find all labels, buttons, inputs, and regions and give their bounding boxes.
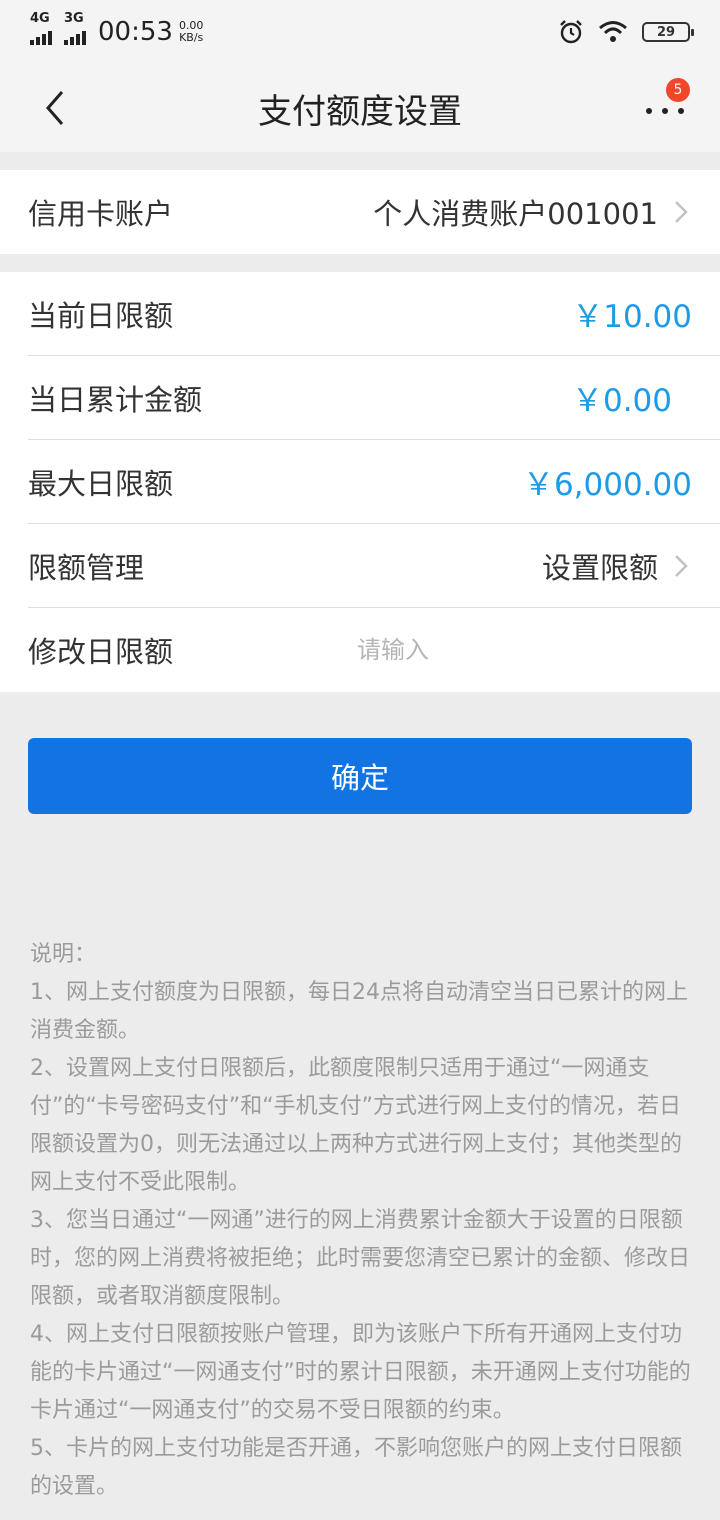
account-row[interactable]: 信用卡账户 个人消费账户001001: [28, 170, 720, 254]
account-value: 个人消费账户001001: [373, 197, 658, 231]
note-item-3: 3、您当日通过“一网通”进行的网上消费累计金额大于设置的日限额时，您的网上消费将…: [30, 1208, 691, 1309]
chevron-left-icon: [46, 91, 64, 125]
note-item-4: 4、网上支付日限额按账户管理，即为该账户下所有开通网上支付功能的卡片通过“一网通…: [30, 1322, 691, 1423]
notification-badge: 5: [666, 78, 690, 102]
account-card: 信用卡账户 个人消费账户001001: [0, 170, 720, 254]
notes-title: 说明：: [30, 942, 97, 967]
speed-unit: KB/s: [179, 31, 204, 44]
battery-level: 29: [656, 24, 676, 40]
modify-limit-row: 修改日限额: [28, 608, 720, 692]
current-limit-row: 当前日限额 ￥10.00: [28, 272, 720, 356]
clock: 00:53: [98, 17, 173, 47]
alarm-icon: [560, 20, 582, 44]
limit-management-row[interactable]: 限额管理 设置限额: [28, 524, 720, 608]
more-icon: [646, 108, 684, 114]
account-label: 信用卡账户: [28, 197, 174, 231]
network-speed: 0.00 KB/s: [179, 20, 204, 44]
note-item-5: 5、卡片的网上支付功能是否开通，不影响您账户的网上支付日限额的设置。: [30, 1436, 682, 1499]
max-limit-label: 最大日限额: [28, 466, 174, 501]
max-limit-row: 最大日限额 ￥6,000.00: [28, 440, 720, 524]
note-item-1: 1、网上支付额度为日限额，每日24点将自动清空当日已累计的网上消费金额。: [30, 980, 688, 1043]
current-limit-label: 当前日限额: [28, 298, 174, 333]
signal-3g-icon: 3G: [64, 11, 86, 45]
more-button[interactable]: 5: [638, 78, 690, 130]
network-type-1: 4G: [30, 11, 50, 26]
wifi-icon: [599, 21, 627, 42]
accumulated-row: 当日累计金额 ￥0.00: [28, 356, 720, 440]
max-limit-value: ￥6,000.00: [522, 467, 692, 503]
accumulated-label: 当日累计金额: [28, 382, 203, 417]
header: 支付额度设置 5: [0, 64, 720, 152]
limit-management-label: 限额管理: [28, 550, 145, 585]
limits-card: 当前日限额 ￥10.00 当日累计金额 ￥0.00 最大日限额 ￥6,000.0…: [0, 272, 720, 692]
accumulated-value: ￥0.00: [571, 383, 672, 419]
current-limit-value: ￥10.00: [572, 299, 692, 335]
page-title: 支付额度设置: [258, 91, 462, 132]
modify-limit-label: 修改日限额: [28, 635, 174, 669]
back-button[interactable]: [38, 84, 78, 132]
instructions: 说明： 1、网上支付额度为日限额，每日24点将自动清空当日已累计的网上消费金额。…: [30, 936, 696, 1506]
modify-limit-input[interactable]: [357, 636, 658, 664]
battery-icon: 29: [642, 22, 694, 42]
note-item-2: 2、设置网上支付日限额后，此额度限制只适用于通过“一网通支付”的“卡号密码支付”…: [30, 1056, 682, 1195]
chevron-right-icon: [670, 551, 692, 581]
set-limit-link[interactable]: 设置限额: [542, 545, 658, 587]
signal-4g-icon: 4G: [30, 11, 52, 45]
confirm-button[interactable]: 确定: [28, 738, 692, 814]
network-type-2: 3G: [64, 11, 84, 26]
chevron-right-icon: [670, 197, 692, 227]
status-bar: 4G 3G 00:53 0.00 KB/s 29: [0, 0, 720, 64]
